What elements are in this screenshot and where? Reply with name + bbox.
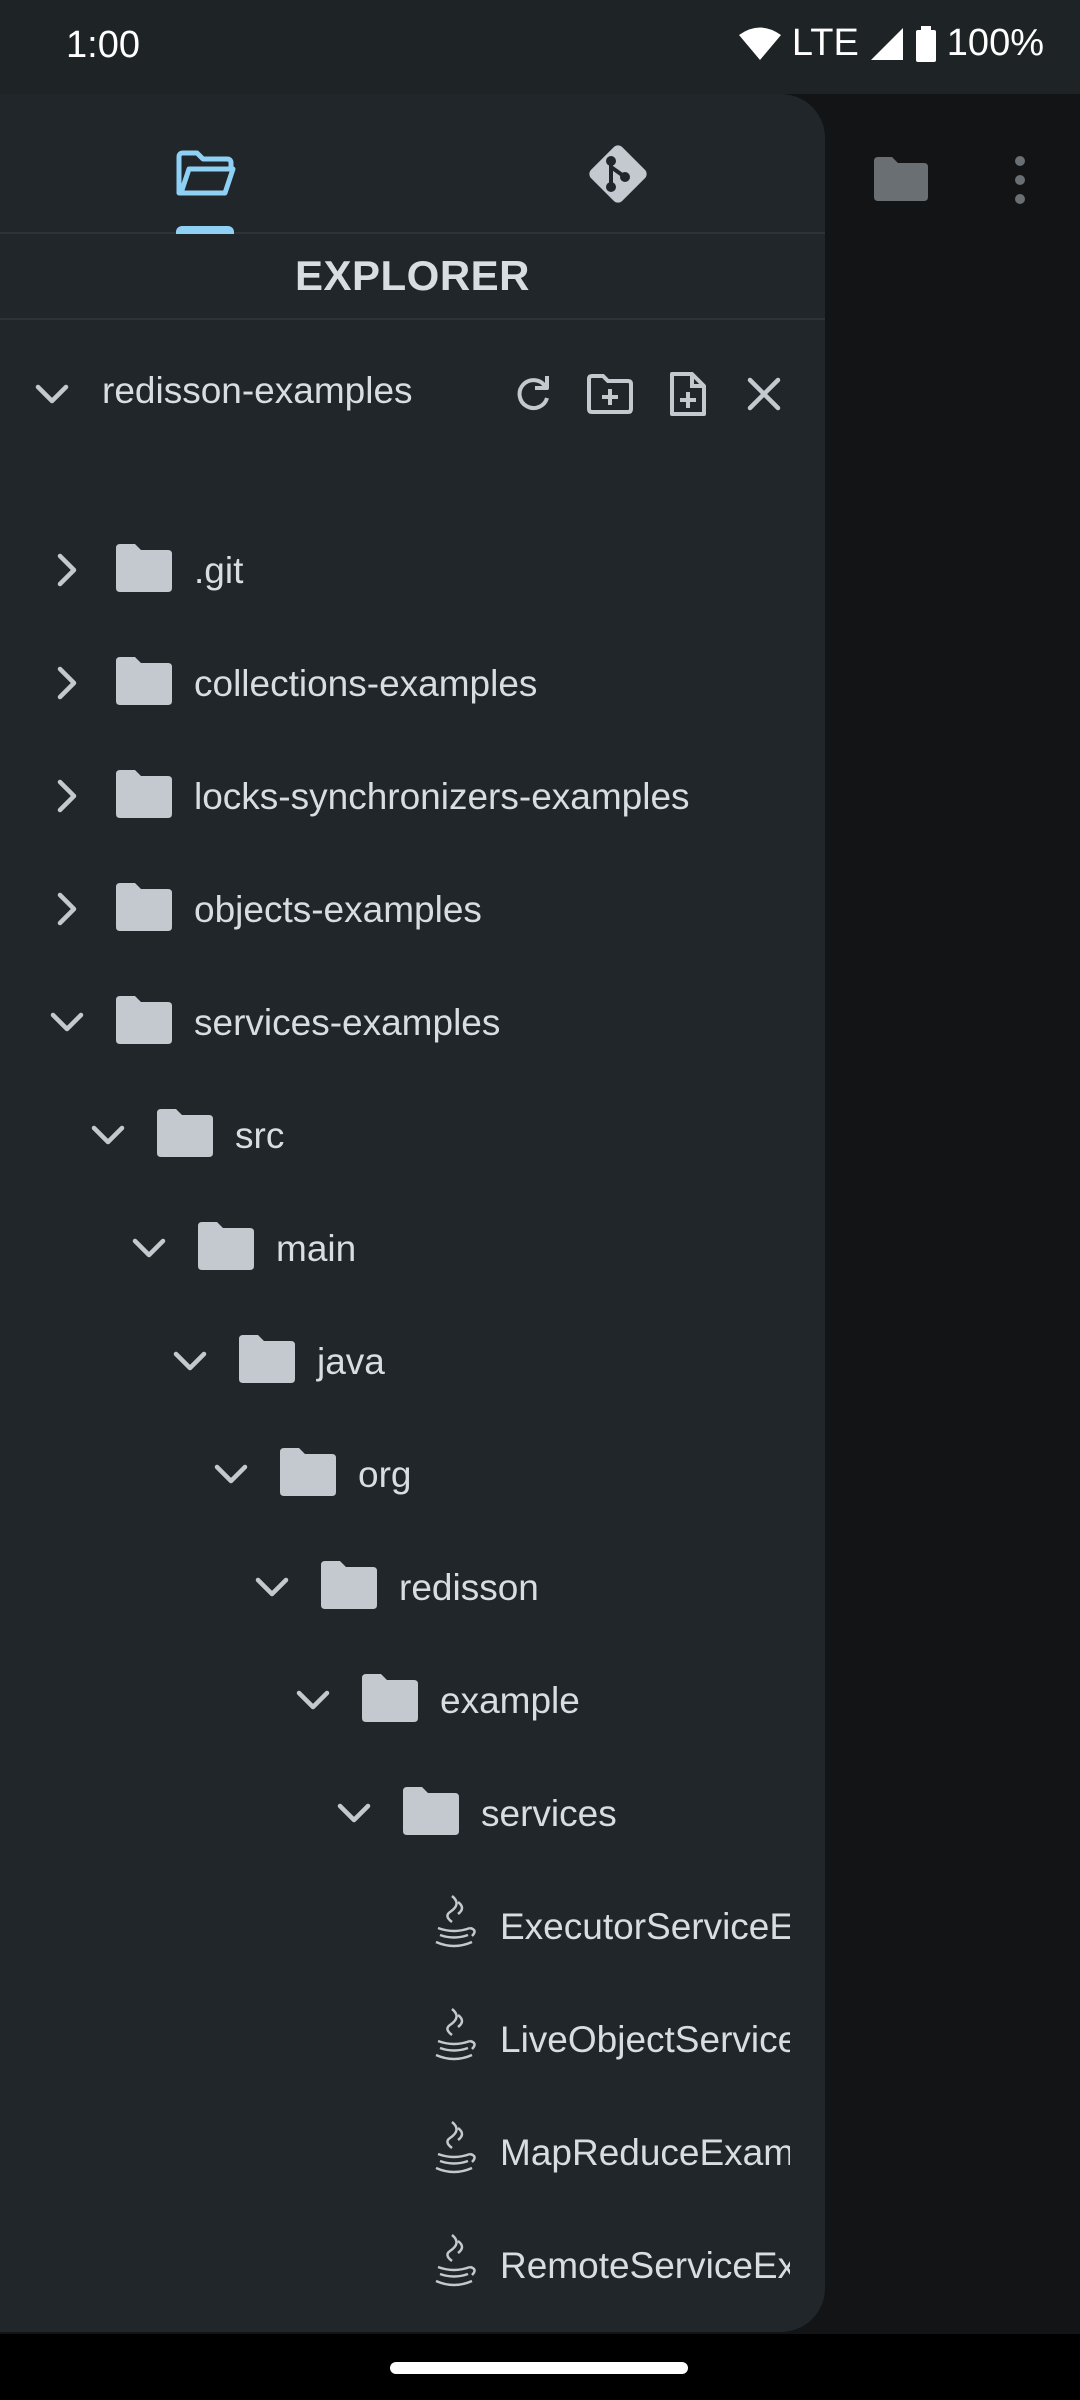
chevron-down-icon[interactable] bbox=[168, 1339, 212, 1383]
project-row[interactable]: redisson-examples bbox=[0, 344, 825, 444]
tree-file-row[interactable]: RemoteServiceExamples.java bbox=[0, 2215, 825, 2315]
folder-name: src bbox=[235, 1115, 285, 1156]
tree-folder-row[interactable]: org bbox=[0, 1424, 825, 1524]
folder-name: locks-synchronizers-examples bbox=[194, 776, 690, 817]
project-name: redisson-examples bbox=[102, 370, 413, 411]
status-time: 1:00 bbox=[66, 24, 140, 66]
java-file-icon bbox=[428, 1892, 480, 1954]
tree-folder-row[interactable]: .git bbox=[0, 520, 825, 620]
battery-icon bbox=[915, 25, 937, 62]
folder-icon bbox=[319, 1559, 379, 1611]
signal-icon bbox=[869, 26, 905, 62]
chevron-down-icon[interactable] bbox=[332, 1791, 376, 1835]
tree-folder-row[interactable]: main bbox=[0, 1198, 825, 1298]
folder-name: services-examples bbox=[194, 1002, 501, 1043]
tree-file-row[interactable]: LiveObjectServiceExamples.java bbox=[0, 1989, 825, 2089]
tab-git[interactable] bbox=[578, 134, 658, 214]
refresh-icon[interactable] bbox=[505, 366, 561, 422]
file-name: LiveObjectServiceExamples.java bbox=[500, 2019, 790, 2060]
git-icon bbox=[589, 145, 647, 203]
chevron-right-icon[interactable] bbox=[45, 774, 89, 818]
tree-folder-row[interactable]: redisson bbox=[0, 1537, 825, 1637]
chevron-down-icon[interactable] bbox=[86, 1113, 130, 1157]
drawer-tabs bbox=[0, 94, 825, 234]
screen: 1:00 LTE 100% EXPLORER redisson-examples… bbox=[0, 0, 1080, 2400]
folder-icon[interactable] bbox=[872, 155, 930, 208]
tree-file-row[interactable]: ExecutorServiceExamples.java bbox=[0, 1876, 825, 1976]
chevron-down-icon[interactable] bbox=[30, 372, 74, 421]
tab-explorer[interactable] bbox=[166, 134, 246, 214]
folder-name: example bbox=[440, 1680, 580, 1721]
tree-folder-row[interactable]: services-examples bbox=[0, 972, 825, 1072]
more-vert-icon[interactable] bbox=[1004, 155, 1036, 210]
explorer-drawer: EXPLORER redisson-examples .git collectio… bbox=[0, 94, 825, 2332]
folder-name: .git bbox=[194, 550, 244, 591]
tree-folder-row[interactable]: collections-examples bbox=[0, 633, 825, 733]
folder-icon bbox=[114, 655, 174, 707]
folder-icon bbox=[114, 881, 174, 933]
battery-level: 100% bbox=[946, 22, 1044, 64]
folder-name: objects-examples bbox=[194, 889, 482, 930]
chevron-down-icon[interactable] bbox=[291, 1678, 335, 1722]
chevron-down-icon[interactable] bbox=[250, 1565, 294, 1609]
chevron-right-icon[interactable] bbox=[45, 548, 89, 592]
folder-icon bbox=[196, 1220, 256, 1272]
chevron-right-icon[interactable] bbox=[45, 661, 89, 705]
chevron-down-icon[interactable] bbox=[209, 1452, 253, 1496]
folder-icon bbox=[114, 994, 174, 1046]
folder-icon bbox=[237, 1333, 297, 1385]
folder-icon bbox=[401, 1785, 461, 1837]
folder-icon bbox=[114, 542, 174, 594]
folder-icon bbox=[114, 768, 174, 820]
network-type: LTE bbox=[791, 22, 859, 64]
tree-folder-row[interactable]: services bbox=[0, 1763, 825, 1863]
folder-name: redisson bbox=[399, 1567, 539, 1608]
home-gesture-bar[interactable] bbox=[390, 2362, 688, 2374]
folder-open-icon bbox=[176, 150, 236, 196]
folder-name: org bbox=[358, 1454, 412, 1495]
folder-icon bbox=[360, 1672, 420, 1724]
file-name: RemoteServiceExamples.java bbox=[500, 2245, 790, 2286]
tree-folder-row[interactable]: example bbox=[0, 1650, 825, 1750]
folder-name: services bbox=[481, 1793, 617, 1834]
new-folder-icon[interactable] bbox=[582, 366, 638, 422]
nav-bar bbox=[0, 2334, 1080, 2400]
status-icons: LTE 100% bbox=[738, 22, 1044, 65]
folder-name: main bbox=[276, 1228, 357, 1269]
java-file-icon bbox=[428, 2005, 480, 2067]
java-file-icon bbox=[428, 2118, 480, 2180]
close-icon[interactable] bbox=[736, 366, 792, 422]
file-name: ExecutorServiceExamples.java bbox=[500, 1906, 790, 1947]
status-bar: 1:00 LTE 100% bbox=[0, 0, 1080, 94]
folder-icon bbox=[278, 1446, 338, 1498]
folder-icon bbox=[155, 1107, 215, 1159]
folder-name: collections-examples bbox=[194, 663, 538, 704]
chevron-down-icon[interactable] bbox=[127, 1226, 171, 1270]
new-file-icon[interactable] bbox=[660, 366, 716, 422]
java-file-icon bbox=[428, 2231, 480, 2293]
chevron-down-icon[interactable] bbox=[45, 1000, 89, 1044]
tree-folder-row[interactable]: objects-examples bbox=[0, 859, 825, 959]
tree-folder-row[interactable]: locks-synchronizers-examples bbox=[0, 746, 825, 846]
tab-indicator bbox=[176, 226, 234, 234]
chevron-right-icon[interactable] bbox=[45, 887, 89, 931]
wifi-icon bbox=[738, 26, 782, 62]
file-name: MapReduceExamples.java bbox=[500, 2132, 790, 2173]
folder-name: java bbox=[317, 1341, 385, 1382]
explorer-title: EXPLORER bbox=[0, 234, 825, 320]
tree-folder-row[interactable]: java bbox=[0, 1311, 825, 1411]
tree-folder-row[interactable]: src bbox=[0, 1085, 825, 1185]
tree-file-row[interactable]: MapReduceExamples.java bbox=[0, 2102, 825, 2202]
